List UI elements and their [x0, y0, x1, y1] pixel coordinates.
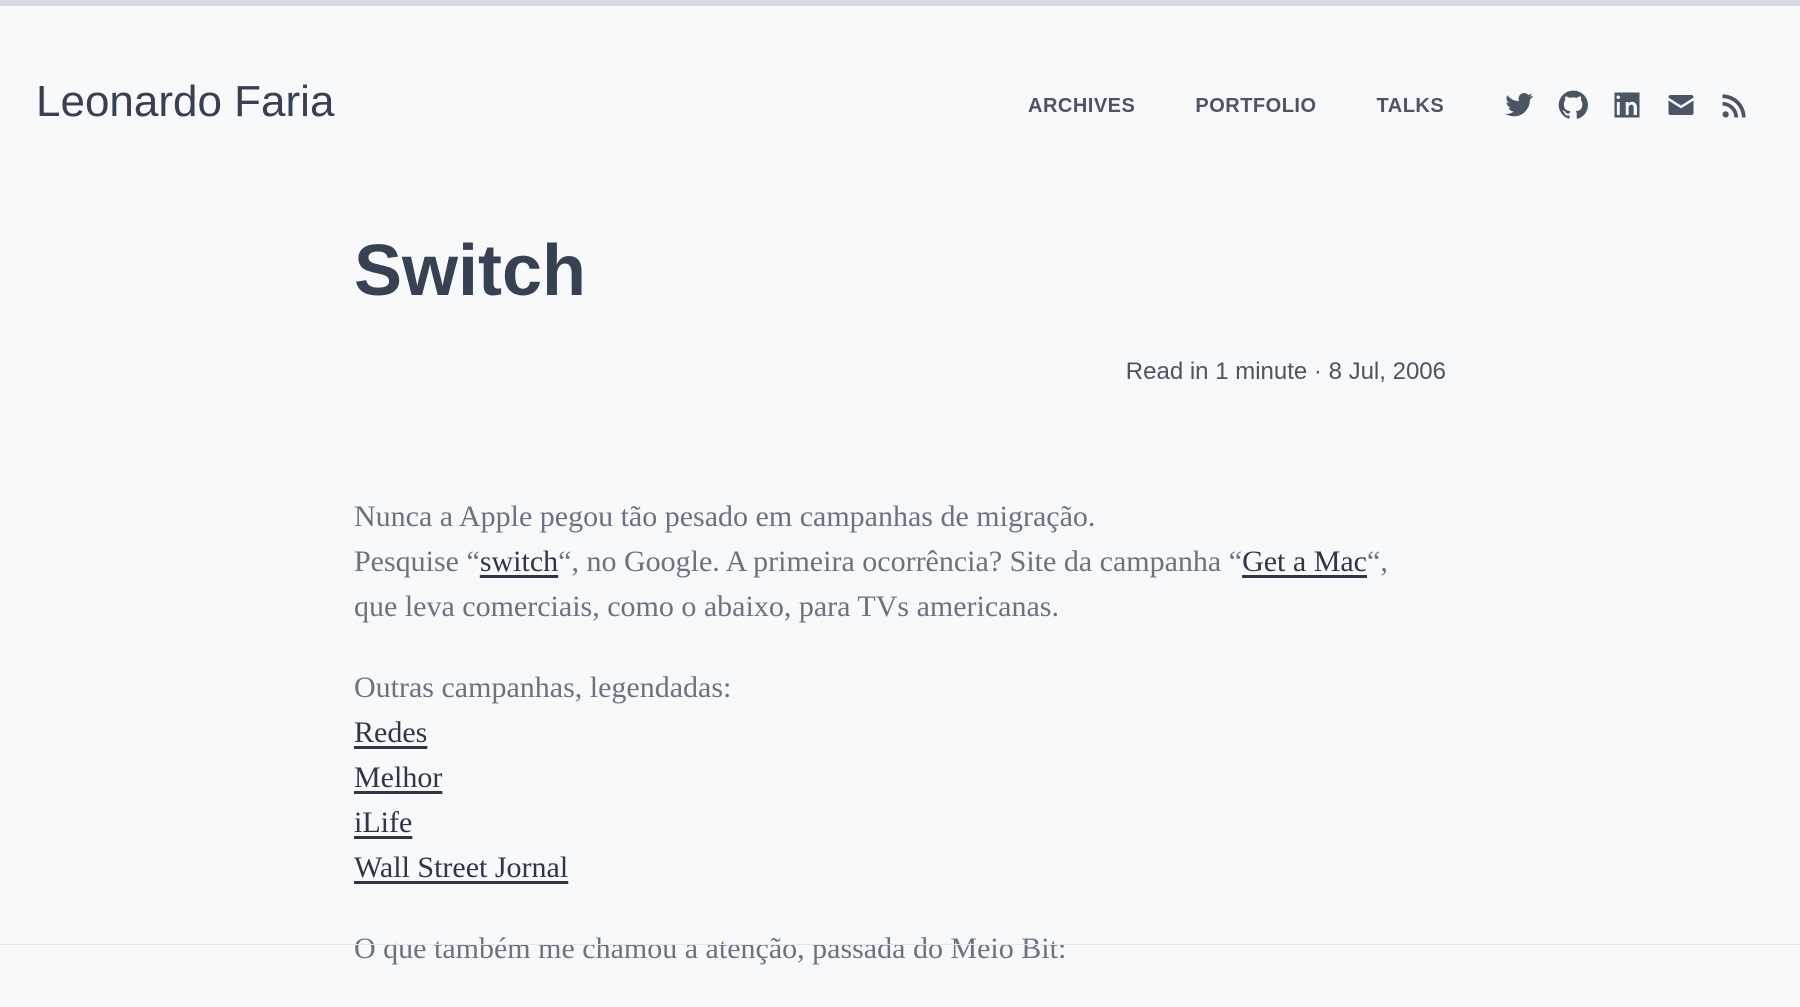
post-meta: Read in 1 minute · 8 Jul, 2006	[1125, 358, 1446, 385]
paragraph-text: Outras campanhas, legendadas:	[354, 671, 732, 704]
link-switch[interactable]: switch	[480, 545, 558, 578]
link-ilife[interactable]: iLife	[354, 806, 412, 839]
email-icon[interactable]	[1666, 90, 1696, 120]
paragraph-attention: O que também me chamou a atenção, passad…	[354, 932, 1067, 965]
linkedin-icon[interactable]	[1612, 90, 1642, 120]
site-title[interactable]: Leonardo Faria	[36, 80, 334, 124]
nav-talks[interactable]: TALKS	[1377, 94, 1445, 118]
post-content: Nunca a Apple pegou tão pesado em campan…	[354, 494, 1394, 1007]
twitter-icon[interactable]	[1504, 90, 1534, 120]
paragraph-campaigns: Outras campanhas, legendadas: Redes Melh…	[354, 665, 1394, 890]
rss-icon[interactable]	[1720, 90, 1750, 120]
link-redes[interactable]: Redes	[354, 716, 427, 749]
paragraph-text: Pesquise “	[354, 545, 480, 578]
post-title: Switch	[354, 231, 587, 311]
nav-archives[interactable]: ARCHIVES	[1028, 94, 1135, 118]
site-header: Leonardo Faria ARCHIVES PORTFOLIO TALKS	[0, 0, 1800, 160]
paragraph-intro: Nunca a Apple pegou tão pesado em campan…	[354, 494, 1394, 629]
link-melhor[interactable]: Melhor	[354, 761, 442, 794]
paragraph-text: Nunca a Apple pegou tão pesado em campan…	[354, 500, 1096, 533]
link-get-a-mac[interactable]: Get a Mac	[1242, 545, 1367, 578]
main-nav: ARCHIVES PORTFOLIO TALKS	[1028, 94, 1444, 118]
paragraph-text: “, no Google. A primeira ocorrência? Sit…	[558, 545, 1243, 578]
github-icon[interactable]	[1558, 90, 1588, 120]
nav-portfolio[interactable]: PORTFOLIO	[1195, 94, 1316, 118]
social-links	[1504, 90, 1750, 120]
link-wall-street-jornal[interactable]: Wall Street Jornal	[354, 851, 568, 884]
